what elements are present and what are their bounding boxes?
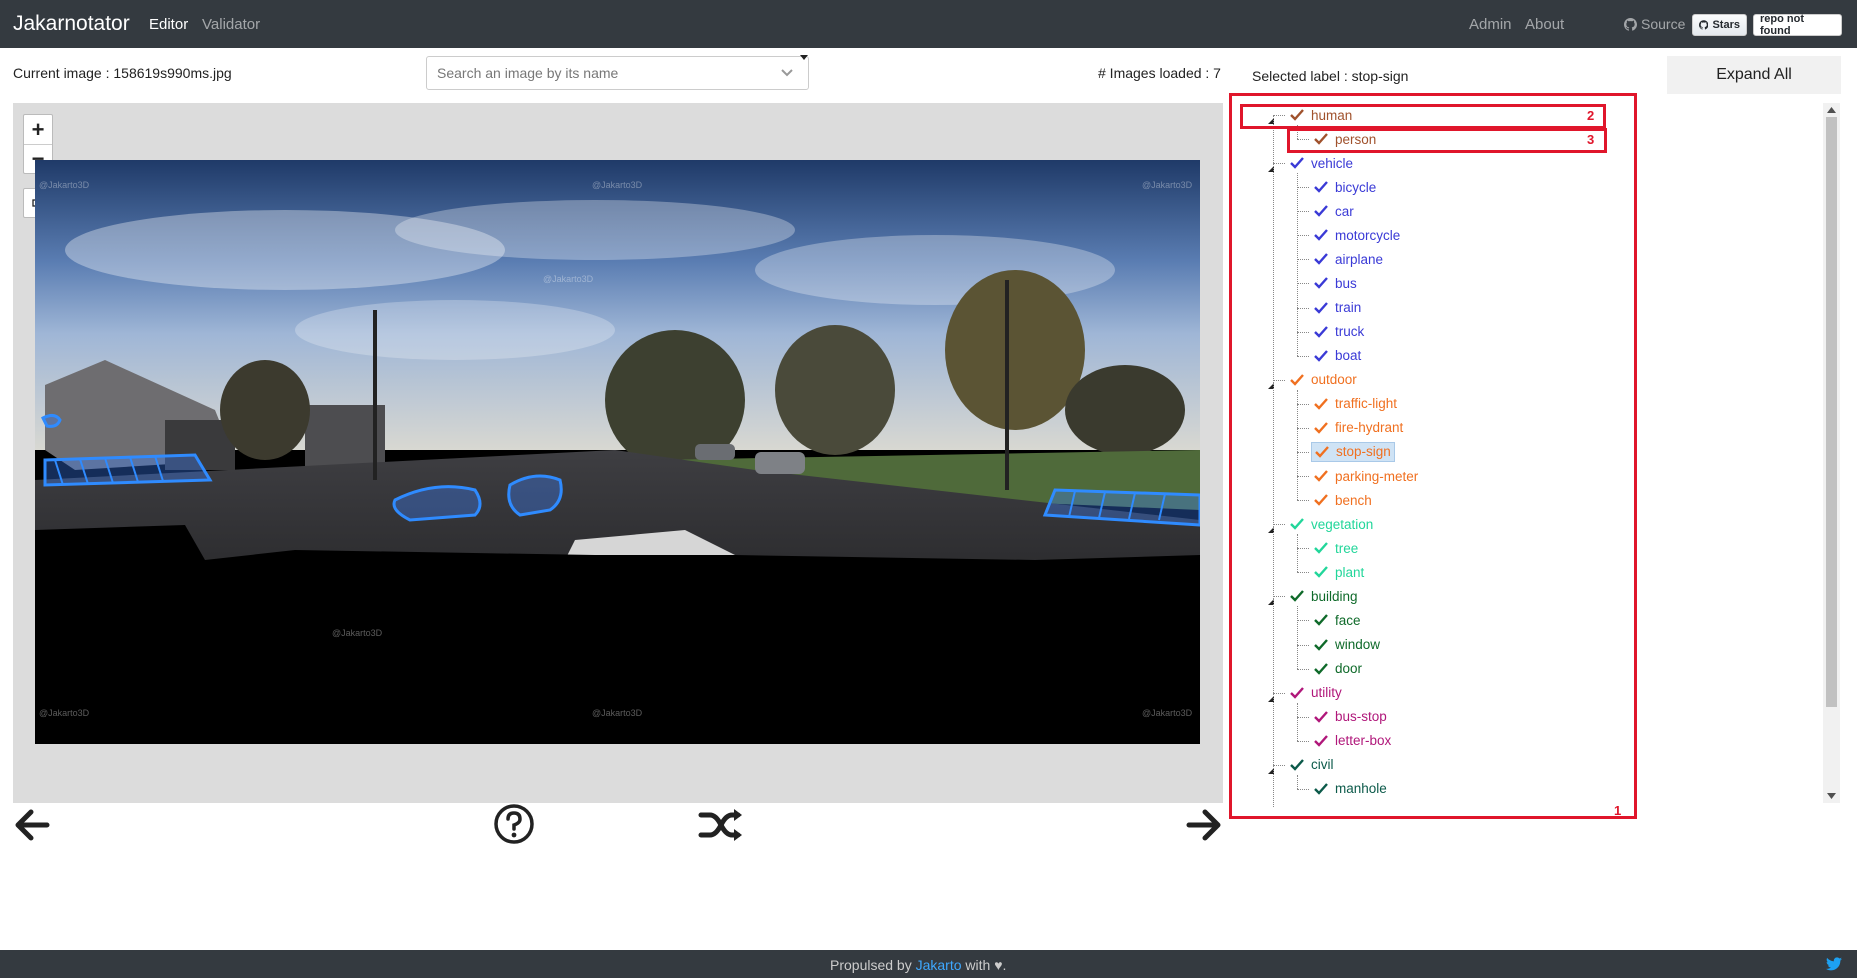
- selected-label-text: Selected label : stop-sign: [1252, 68, 1409, 84]
- annotation-number: 2: [1587, 108, 1595, 123]
- nav-about[interactable]: About: [1525, 16, 1564, 33]
- chevron-down-icon[interactable]: [780, 66, 794, 80]
- watermark: @Jakarto3D: [592, 708, 643, 718]
- footer-suffix: with ♥.: [961, 957, 1007, 973]
- scroll-thumb[interactable]: [1826, 117, 1837, 707]
- help-icon[interactable]: [493, 803, 535, 845]
- tree-scrollbar[interactable]: [1823, 103, 1840, 803]
- nav-validator[interactable]: Validator: [202, 16, 260, 33]
- panorama-scene: [35, 160, 1200, 744]
- label-tree-panel: human person vehicle bicycle car motorcycle ai…: [1229, 93, 1637, 819]
- watermark: @Jakarto3D: [1142, 708, 1193, 718]
- watermark: @Jakarto3D: [592, 180, 643, 190]
- watermark: @Jakarto3D: [332, 628, 383, 638]
- shuffle-icon[interactable]: [698, 806, 744, 844]
- footer: Propulsed by Jakarto with ♥.: [0, 950, 1857, 978]
- images-loaded-count: # Images loaded : 7: [1098, 65, 1221, 81]
- image-viewer[interactable]: + − @Jakarto3D @Jakarto3D @Jakarto3D @Ja…: [13, 103, 1223, 803]
- annotation-box: [1240, 104, 1606, 129]
- watermark: @Jakarto3D: [1142, 180, 1193, 190]
- arrow-left-icon[interactable]: [13, 806, 51, 844]
- nav-editor[interactable]: Editor: [149, 16, 188, 33]
- github-icon: [1699, 20, 1709, 30]
- footer-prefix: Propulsed by: [830, 957, 916, 973]
- scroll-down-icon[interactable]: [1827, 793, 1836, 799]
- arrow-right-icon[interactable]: [1185, 806, 1223, 844]
- current-image-label: Current image : 158619s990ms.jpg: [13, 65, 232, 81]
- source-label: Source: [1641, 16, 1686, 32]
- image-search-select[interactable]: [426, 55, 809, 90]
- scroll-up-icon[interactable]: [1827, 107, 1836, 113]
- twitter-icon[interactable]: [1826, 957, 1842, 971]
- search-input[interactable]: [437, 65, 757, 81]
- nav-admin[interactable]: Admin: [1469, 16, 1512, 33]
- github-icon: [1624, 17, 1637, 31]
- github-stars-count[interactable]: repo not found: [1753, 13, 1842, 37]
- caret-icon: [800, 55, 808, 60]
- annotation-number: 3: [1587, 132, 1595, 147]
- expand-all-button[interactable]: Expand All: [1667, 56, 1841, 94]
- stars-label: Stars: [1712, 19, 1740, 31]
- watermark: @Jakarto3D: [39, 708, 90, 718]
- github-stars-button[interactable]: Stars: [1692, 14, 1747, 36]
- annotation-number: 1: [1614, 803, 1622, 818]
- footer-text: Propulsed by Jakarto with ♥.: [830, 957, 1006, 973]
- watermark: @Jakarto3D: [543, 274, 594, 284]
- annotation-box: [1287, 128, 1607, 153]
- brand-logo[interactable]: Jakarnotator: [13, 12, 130, 36]
- footer-link-jakarto[interactable]: Jakarto: [916, 957, 962, 973]
- panorama-image[interactable]: @Jakarto3D @Jakarto3D @Jakarto3D @Jakart…: [35, 160, 1200, 744]
- source-link[interactable]: Source: [1624, 16, 1685, 32]
- watermark: @Jakarto3D: [39, 180, 90, 190]
- navbar: Jakarnotator Editor Validator Admin Abou…: [0, 0, 1857, 48]
- annotation-box: [1229, 93, 1637, 819]
- zoom-in-button[interactable]: +: [24, 115, 52, 144]
